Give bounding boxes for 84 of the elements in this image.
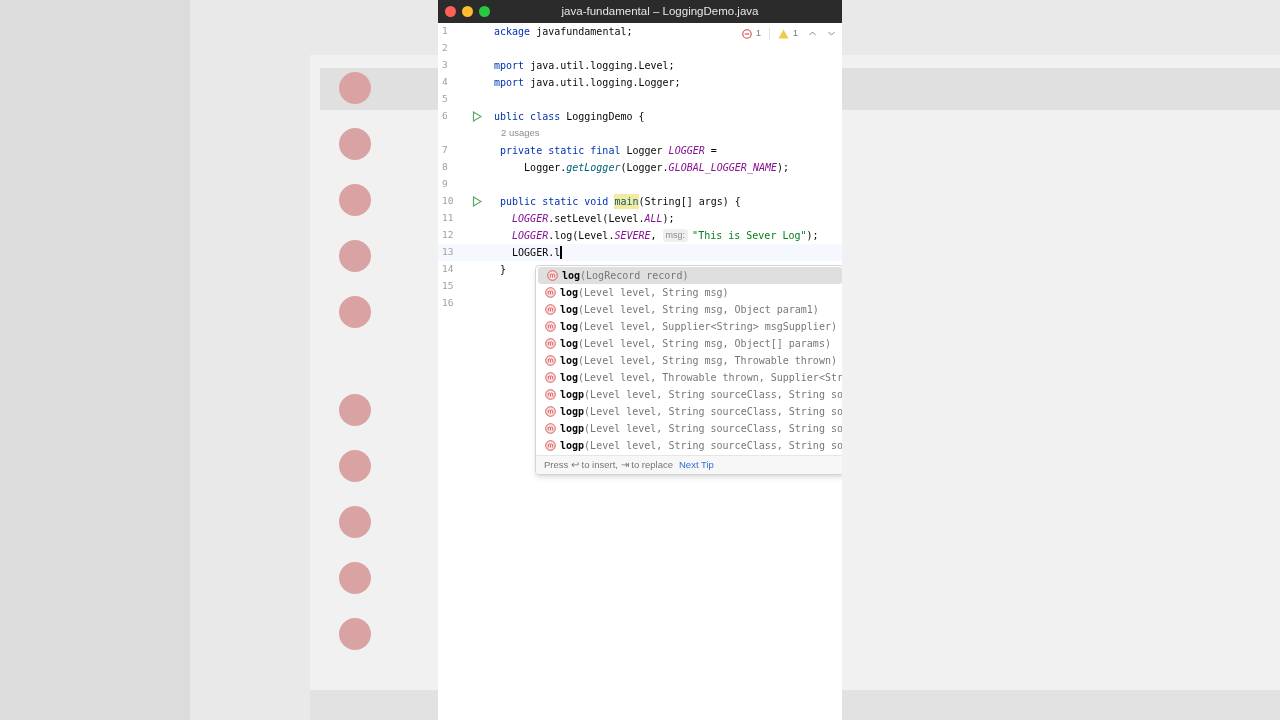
code-token: private static final [499, 144, 622, 158]
code-token: LOGGER.l [511, 246, 561, 260]
warning-count[interactable]: 1 [793, 27, 798, 41]
code-token: (Logger. [620, 161, 669, 173]
code-token: javafundamental; [536, 25, 633, 39]
completion-item[interactable]: log(Level level, Supplier<String> msgSupplier) [536, 318, 842, 335]
code-token: java.util.logging.Level; [530, 59, 675, 73]
code-token: (String[] args) { [638, 195, 741, 209]
window-title: java-fundamental – LoggingDemo.java [560, 3, 760, 19]
code-token: Logger [626, 144, 664, 158]
line-number: 4 [441, 75, 449, 90]
code-token: SEVERE [614, 229, 651, 243]
code-token: .log(Level. [548, 229, 615, 243]
method-icon [547, 270, 558, 281]
code-token: ublic class [494, 110, 562, 124]
code-token: ); [806, 229, 819, 243]
method-icon [545, 304, 556, 315]
code-token: LOGGER [668, 144, 705, 158]
close-button[interactable] [445, 6, 456, 17]
usages-hint[interactable]: 2 usages [501, 126, 540, 141]
completion-item[interactable]: log(Level level, String msg) [536, 284, 842, 301]
code-token: LOGGER [511, 229, 549, 243]
method-icon [545, 338, 556, 349]
completion-item[interactable]: logp(Level level, String sourceClass, String so [536, 403, 842, 420]
parameter-hint: msg: [662, 228, 689, 243]
run-icon[interactable] [472, 196, 482, 207]
method-icon [545, 389, 556, 400]
text-cursor [560, 246, 563, 259]
line-number: 7 [441, 143, 449, 158]
code-token: ); [777, 161, 790, 173]
footer-hint: Press ↩ to insert, ⇥ to replace [544, 457, 673, 472]
line-number: 16 [441, 296, 455, 311]
code-token: main [614, 194, 639, 209]
method-icon [545, 440, 556, 451]
line-number: 3 [441, 58, 449, 73]
line-number: 2 [441, 41, 449, 56]
method-icon [545, 321, 556, 332]
code-token: LOGGER [511, 212, 549, 226]
line-number: 12 [441, 228, 455, 243]
code-token: mport [494, 59, 526, 73]
completion-item[interactable]: log(Level level, Throwable thrown, Supplier<Str [536, 369, 842, 386]
code-token: GLOBAL_LOGGER_NAME [668, 161, 777, 175]
line-number: 5 [441, 92, 449, 107]
code-token: } [499, 263, 507, 277]
code-token: LoggingDemo { [566, 110, 645, 124]
completion-item[interactable]: log(Level level, String msg, Throwable thrown) [536, 352, 842, 369]
line-number: 6 [441, 109, 449, 124]
completion-item[interactable]: logp(Level level, String sourceClass, String so [536, 437, 842, 454]
next-tip-link[interactable]: Next Tip [679, 457, 714, 473]
code-token: , [650, 229, 658, 243]
run-icon[interactable] [472, 111, 482, 122]
method-icon [545, 287, 556, 298]
line-number: 14 [441, 262, 455, 277]
code-token: java.util.logging.Logger; [530, 76, 681, 90]
line-number: 9 [441, 177, 449, 192]
method-icon [545, 355, 556, 366]
code-token: = [709, 144, 717, 158]
completion-item[interactable]: logp(Level level, String sourceClass, String so [536, 420, 842, 437]
code-token: "This is Sever Log" [692, 229, 807, 243]
line-number: 13 [441, 245, 455, 260]
method-icon [545, 406, 556, 417]
zoom-button[interactable] [479, 6, 490, 17]
error-icon [741, 28, 752, 39]
completion-item[interactable]: log(LogRecord record) [538, 267, 842, 284]
code-token: getLogger [566, 161, 621, 175]
line-number: 11 [441, 211, 455, 226]
code-token: ALL [644, 212, 663, 226]
completion-item[interactable]: logp(Level level, String sourceClass, String so [536, 386, 842, 403]
code-token: .setLevel(Level. [548, 212, 645, 226]
method-icon [545, 372, 556, 383]
completion-item[interactable]: log(Level level, String msg, Object param1) [536, 301, 842, 318]
code-token: ackage [494, 25, 532, 39]
minimize-button[interactable] [462, 6, 473, 17]
code-token: Logger. [523, 161, 567, 175]
code-token: mport [494, 76, 526, 90]
line-number: 10 [441, 194, 455, 209]
error-count[interactable]: 1 [755, 27, 761, 41]
code-token: public static void [499, 195, 610, 209]
method-icon [545, 423, 556, 434]
completion-item[interactable]: log(Level level, String msg, Object[] params) [536, 335, 842, 352]
line-number: 15 [441, 279, 455, 294]
line-number: 8 [441, 160, 449, 175]
line-number: 1 [441, 24, 449, 39]
code-token: ); [662, 212, 675, 226]
